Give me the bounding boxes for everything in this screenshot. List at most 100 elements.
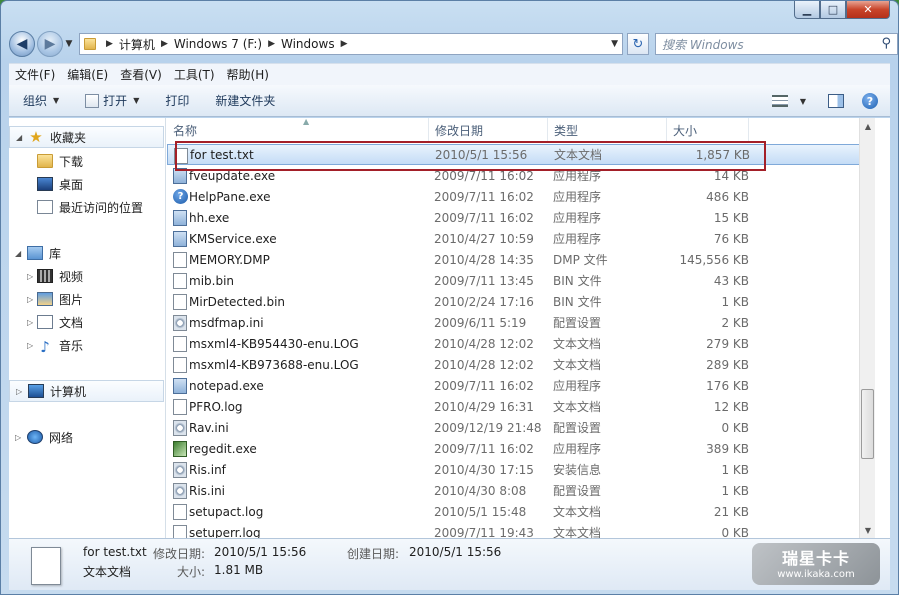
collapse-arrow-icon[interactable]: ▷ [27, 318, 33, 327]
file-size-cell: 0 KB [721, 420, 749, 435]
sidebar-item-videos[interactable]: ▷ 视频 [9, 265, 164, 287]
collapse-arrow-icon[interactable]: ▷ [27, 272, 33, 281]
ini-file-icon [173, 315, 187, 331]
maximize-button[interactable]: □ [820, 1, 846, 19]
file-list: ▲ 名称 修改日期 类型 大小 for test.txt 2010/5/1 15:… [167, 117, 875, 541]
file-type-cell: 配置设置 [553, 316, 602, 330]
menu-tools[interactable]: 工具(T) [174, 66, 215, 83]
folder-icon [84, 38, 96, 50]
file-size-cell: 279 KB [706, 336, 749, 351]
table-row[interactable]: hh.exe 2009/7/11 16:02 应用程序 15 KB [167, 207, 875, 228]
menu-file[interactable]: 文件(F) [15, 66, 55, 83]
table-row[interactable]: msxml4-KB973688-enu.LOG 2010/4/28 12:02 文本… [167, 354, 875, 375]
views-dropdown-icon[interactable]: ▼ [800, 97, 806, 106]
breadcrumb-chevron-icon[interactable]: ▶ [268, 39, 275, 49]
menu-view[interactable]: 查看(V) [120, 66, 162, 83]
file-size-cell: 1 KB [721, 294, 749, 309]
sidebar-item-pictures[interactable]: ▷ 图片 [9, 288, 164, 310]
menu-help[interactable]: 帮助(H) [227, 66, 269, 83]
organize-button[interactable]: 组织 ▼ [23, 92, 59, 109]
address-dropdown-icon[interactable]: ▼ [611, 39, 618, 49]
exe-file-icon [173, 231, 187, 247]
file-date-cell: 2009/7/11 16:02 [434, 378, 534, 393]
print-label: 打印 [165, 94, 190, 108]
breadcrumb-computer[interactable]: 计算机 [119, 36, 155, 53]
file-type-cell: 配置设置 [553, 484, 602, 498]
collapse-arrow-icon[interactable]: ▷ [15, 433, 21, 442]
expand-arrow-icon[interactable]: ◢ [15, 249, 21, 258]
file-date-cell: 2010/4/27 10:59 [434, 231, 534, 246]
collapse-arrow-icon[interactable]: ▷ [27, 341, 33, 350]
menu-edit[interactable]: 编辑(E) [67, 66, 108, 83]
table-row[interactable]: KMService.exe 2010/4/27 10:59 应用程序 76 KB [167, 228, 875, 249]
ini-file-icon [173, 462, 187, 478]
scrollbar-thumb[interactable] [861, 389, 874, 459]
close-button[interactable]: ✕ [846, 1, 890, 19]
preview-pane-icon[interactable] [828, 94, 844, 108]
collapse-arrow-icon[interactable]: ▷ [27, 295, 33, 304]
back-button[interactable]: ◀ [9, 31, 35, 57]
search-input[interactable]: 搜索 Windows ⚲ [655, 33, 898, 55]
table-row[interactable]: Ris.ini 2010/4/30 8:08 配置设置 1 KB [167, 480, 875, 501]
breadcrumb-chevron-icon[interactable]: ▶ [341, 39, 348, 49]
print-button[interactable]: 打印 [165, 92, 189, 109]
file-name-cell: PFRO.log [189, 399, 243, 414]
sidebar-item-music[interactable]: ▷ ♪ 音乐 [9, 334, 164, 356]
sidebar-item-desktop[interactable]: 桌面 [9, 173, 164, 195]
table-row[interactable]: regedit.exe 2009/7/11 16:02 应用程序 389 KB [167, 438, 875, 459]
sidebar-item-recent[interactable]: 最近访问的位置 [9, 196, 164, 218]
address-bar[interactable]: ▶ 计算机 ▶ Windows 7 (F:) ▶ Windows ▶ ▼ [79, 33, 623, 55]
table-row[interactable]: setupact.log 2010/5/1 15:48 文本文档 21 KB [167, 501, 875, 522]
file-name-cell: regedit.exe [189, 441, 257, 456]
table-row[interactable]: PFRO.log 2010/4/29 16:31 文本文档 12 KB [167, 396, 875, 417]
table-row[interactable]: Rav.ini 2009/12/19 21:48 配置设置 0 KB [167, 417, 875, 438]
scroll-up-icon[interactable]: ▲ [860, 118, 876, 134]
command-bar: 组织 ▼ 打开 ▼ 打印 新建文件夹 ▼ ? [9, 85, 890, 117]
new-folder-button[interactable]: 新建文件夹 [215, 92, 275, 109]
caption-buttons: ▁ □ ✕ [794, 1, 890, 19]
open-button[interactable]: 打开 ▼ [85, 92, 139, 109]
views-icon[interactable] [771, 95, 788, 107]
vertical-scrollbar[interactable]: ▲ ▼ [859, 118, 875, 538]
refresh-button[interactable]: ↻ [627, 33, 649, 55]
text-file-icon [173, 357, 187, 373]
sidebar-item-network[interactable]: ▷ 网络 [9, 426, 164, 448]
help-icon[interactable]: ? [862, 93, 878, 109]
sidebar-item-computer[interactable]: ▷ 计算机 [9, 380, 164, 402]
table-row[interactable]: msxml4-KB954430-enu.LOG 2010/4/28 12:02 文本… [167, 333, 875, 354]
collapse-arrow-icon[interactable]: ▷ [16, 387, 22, 396]
library-icon [27, 246, 43, 260]
table-row[interactable]: ? HelpPane.exe 2009/7/11 16:02 应用程序 486 KB [167, 186, 875, 207]
column-header-name[interactable]: 名称 [167, 118, 429, 143]
scroll-down-icon[interactable]: ▼ [860, 522, 876, 538]
notepad-icon [85, 93, 100, 108]
search-icon[interactable]: ⚲ [881, 36, 891, 51]
sidebar-item-favorites[interactable]: ◢ ★ 收藏夹 [9, 126, 164, 148]
table-row[interactable]: mib.bin 2009/7/11 13:45 BIN 文件 43 KB [167, 270, 875, 291]
column-header-size[interactable]: 大小 [667, 118, 749, 143]
sidebar-item-documents[interactable]: ▷ 文档 [9, 311, 164, 333]
expand-arrow-icon[interactable]: ◢ [16, 133, 22, 142]
file-name-cell: msxml4-KB973688-enu.LOG [189, 357, 359, 372]
table-row[interactable]: MEMORY.DMP 2010/4/28 14:35 DMP 文件 145,556 K… [167, 249, 875, 270]
refresh-icon: ↻ [632, 36, 644, 52]
breadcrumb-windows[interactable]: Windows [281, 37, 335, 51]
forward-button[interactable]: ▶ [37, 31, 63, 57]
breadcrumb-drive[interactable]: Windows 7 (F:) [174, 37, 262, 51]
table-row[interactable]: notepad.exe 2009/7/11 16:02 应用程序 176 KB [167, 375, 875, 396]
sidebar-item-libraries[interactable]: ◢ 库 [9, 242, 164, 264]
sidebar-item-downloads[interactable]: 下载 [9, 150, 164, 172]
file-type-cell: BIN 文件 [553, 295, 602, 309]
recent-pages-dropdown[interactable]: ▼ [63, 39, 75, 49]
table-row[interactable]: Ris.inf 2010/4/30 17:15 安装信息 1 KB [167, 459, 875, 480]
breadcrumb-chevron-icon[interactable]: ▶ [106, 39, 113, 49]
open-label: 打开 [103, 94, 128, 108]
desktop-icon [37, 177, 53, 191]
minimize-button[interactable]: ▁ [794, 1, 820, 19]
column-header-date[interactable]: 修改日期 [429, 118, 548, 143]
breadcrumb-chevron-icon[interactable]: ▶ [161, 39, 168, 49]
table-row[interactable]: msdfmap.ini 2009/6/11 5:19 配置设置 2 KB [167, 312, 875, 333]
table-row[interactable]: MirDetected.bin 2010/2/24 17:16 BIN 文件 1 KB [167, 291, 875, 312]
column-header-type[interactable]: 类型 [548, 118, 667, 143]
file-date-cell: 2009/7/11 16:02 [434, 441, 534, 456]
